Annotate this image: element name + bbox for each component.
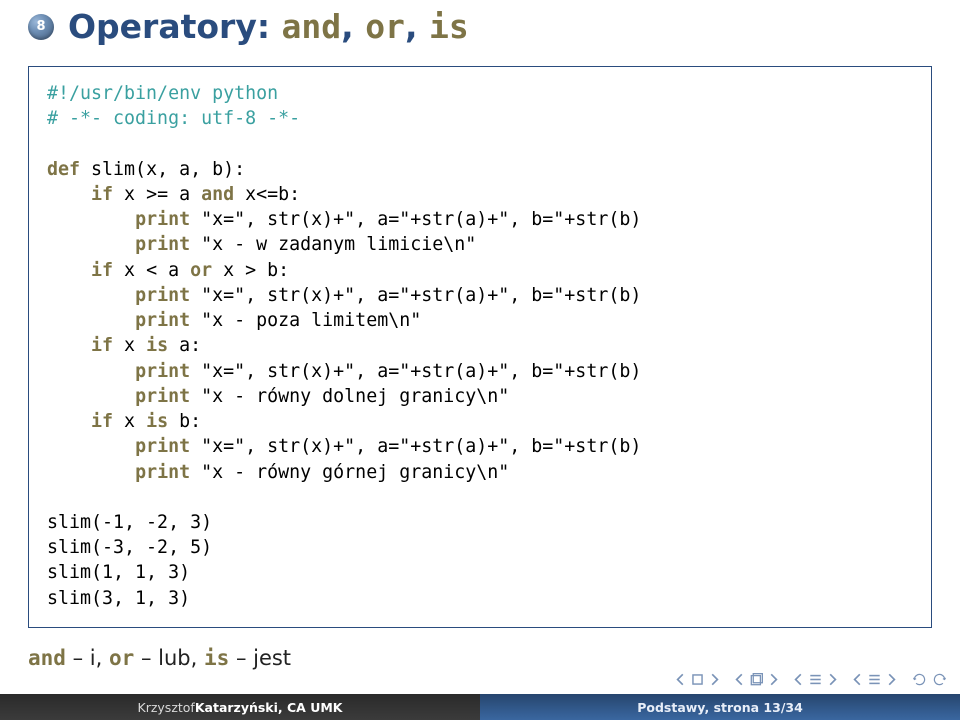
code-text: slim(x, a, b): [80,159,245,180]
nav-prev-icon[interactable] [793,673,806,690]
code-text: "x=", str(x)+", a="+str(a)+", b="+str(b) [190,436,641,457]
footer-author: Krzysztof Katarzyński, CA UMK [0,694,480,720]
slide-number-badge: 8 [28,14,54,40]
code-text: "x=", str(x)+", a="+str(a)+", b="+str(b) [190,209,641,230]
title-keyword-or: or [365,7,405,46]
note-text: – jest [229,646,291,670]
nav-next-icon[interactable] [884,673,897,690]
note-text: – i, [66,646,109,670]
nav-bars-icon [868,673,881,690]
note-kw-and: and [28,646,66,670]
nav-next-icon[interactable] [825,673,838,690]
title-keyword-and: and [282,7,342,46]
code-text: b: [168,411,201,432]
nav-redo-icon[interactable] [931,671,948,692]
code-text: x > b: [212,260,289,281]
code-call: slim(-1, -2, 3) [47,512,212,533]
kw-if: if [91,411,113,432]
code-text: "x - w zadanym limicie\n" [190,234,476,255]
nav-doc-group[interactable] [852,673,897,690]
kw-print: print [135,285,190,306]
code-text: x < a [113,260,190,281]
code-call: slim(1, 1, 3) [47,562,190,583]
title-row: 8 Operatory: and, or, is [28,7,932,46]
code-content: #!/usr/bin/env python # -*- coding: utf-… [47,81,913,611]
summary-note: and – i, or – lub, is – jest [28,646,932,670]
title-keyword-is: is [429,7,469,46]
nav-undo-icon[interactable] [911,671,928,692]
kw-print: print [135,462,190,483]
nav-stack-icon [750,673,763,690]
code-text: x [113,411,146,432]
footer-author-plain: Krzysztof [138,700,195,715]
kw-print: print [135,436,190,457]
code-shebang: #!/usr/bin/env python [47,83,278,104]
nav-next-icon[interactable] [766,673,779,690]
code-text: x [113,335,146,356]
nav-subsection-group[interactable] [734,673,779,690]
kw-if: if [91,260,113,281]
kw-print: print [135,234,190,255]
nav-slide-group[interactable] [675,673,720,690]
kw-print: print [135,386,190,407]
title-text: Operatory: [68,7,270,46]
code-text: a: [168,335,201,356]
code-call: slim(3, 1, 3) [47,588,190,609]
beamer-nav [675,671,948,692]
nav-section-group[interactable] [793,673,838,690]
code-text: x >= a [113,184,201,205]
slide-title: Operatory: and, or, is [68,7,469,46]
note-kw-is: is [204,646,229,670]
code-listing: #!/usr/bin/env python # -*- coding: utf-… [28,66,932,628]
nav-back-group[interactable] [911,671,948,692]
note-kw-or: or [109,646,134,670]
kw-if: if [91,335,113,356]
nav-prev-icon[interactable] [675,673,688,690]
code-text: "x - równy dolnej granicy\n" [190,386,509,407]
kw-or: or [190,260,212,281]
footer-author-bold: Katarzyński, CA UMK [195,700,343,715]
kw-and: and [201,184,234,205]
kw-print: print [135,361,190,382]
nav-next-icon[interactable] [707,673,720,690]
code-call: slim(-3, -2, 5) [47,537,212,558]
nav-frame-icon [691,673,704,690]
kw-def: def [47,159,80,180]
title-comma: , [405,7,418,46]
kw-is: is [146,335,168,356]
code-text: "x - poza limitem\n" [190,310,421,331]
title-comma: , [341,7,354,46]
kw-print: print [135,310,190,331]
kw-print: print [135,209,190,230]
code-text: "x=", str(x)+", a="+str(a)+", b="+str(b) [190,361,641,382]
note-text: – lub, [134,646,204,670]
nav-prev-icon[interactable] [852,673,865,690]
footer-page: Podstawy, strona 13/34 [480,694,960,720]
kw-is: is [146,411,168,432]
code-text: x<=b: [234,184,300,205]
code-text: "x=", str(x)+", a="+str(a)+", b="+str(b) [190,285,641,306]
kw-if: if [91,184,113,205]
code-coding: # -*- coding: utf-8 -*- [47,108,300,129]
nav-prev-icon[interactable] [734,673,747,690]
footer: Krzysztof Katarzyński, CA UMK Podstawy, … [0,694,960,720]
nav-bars-icon [809,673,822,690]
code-text: "x - równy górnej granicy\n" [190,462,509,483]
